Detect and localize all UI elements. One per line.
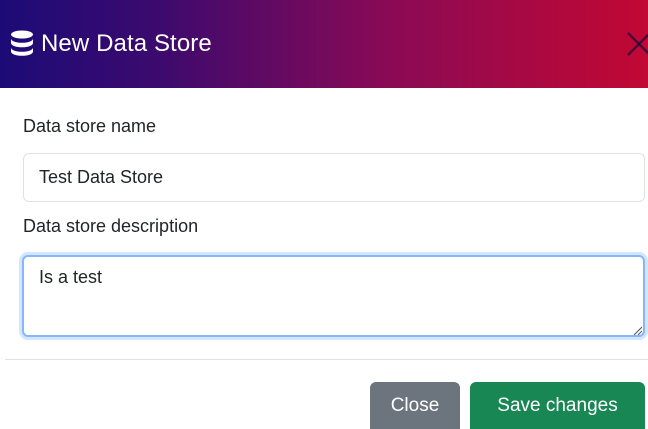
close-icon[interactable] xyxy=(624,29,648,59)
footer-divider xyxy=(5,359,648,360)
new-data-store-dialog: New Data Store Data store name Data stor… xyxy=(0,0,648,429)
close-button[interactable]: Close xyxy=(370,382,460,429)
description-textarea[interactable]: Is a test xyxy=(22,255,645,337)
database-icon xyxy=(11,30,33,56)
resize-grip-icon[interactable] xyxy=(632,325,642,335)
dialog-title: New Data Store xyxy=(41,30,212,57)
dialog-header: New Data Store xyxy=(0,0,648,88)
save-changes-button[interactable]: Save changes xyxy=(470,382,645,429)
name-label: Data store name xyxy=(23,116,157,136)
name-input[interactable] xyxy=(23,153,645,202)
description-label: Data store description xyxy=(23,216,199,236)
